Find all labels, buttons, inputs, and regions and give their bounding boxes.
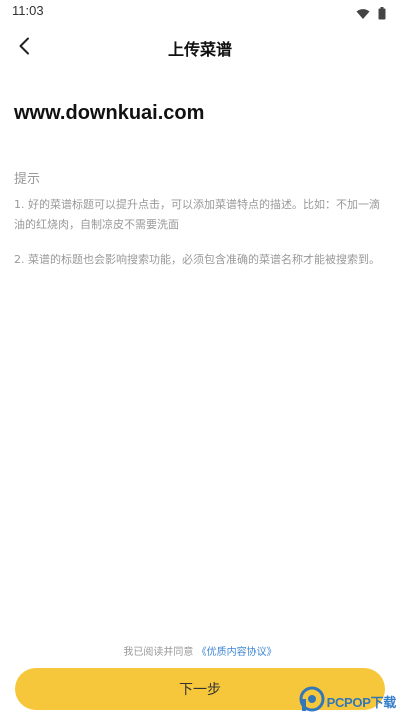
header: 上传菜谱 — [0, 28, 400, 68]
tip-item: 1. 好的菜谱标题可以提升点击，可以添加菜谱特点的描述。比如：不加一滴油的红烧肉… — [14, 198, 380, 231]
status-icons — [356, 5, 386, 24]
page-title: 上传菜谱 — [167, 40, 232, 59]
status-bar: 11:03 — [0, 0, 400, 24]
watermark: PCPOP下载 — [299, 686, 396, 716]
battery-icon — [378, 5, 386, 24]
watermark-text: PCPOP下载 — [326, 694, 397, 710]
wifi-icon — [356, 5, 370, 24]
watermark-logo-icon — [299, 686, 325, 716]
status-time: 11:03 — [12, 3, 44, 18]
tips-heading: 提示 — [14, 172, 41, 187]
content-agreement-link[interactable]: 《优质内容协议》 — [197, 647, 277, 658]
tip-item: 2. 菜谱的标题也会影响搜索功能，必须包含准确的菜谱名称才能被搜索到。 — [14, 253, 380, 266]
agreement-row: 我已阅读并同意 《优质内容协议》 — [0, 643, 400, 658]
agreement-prefix: 我已阅读并同意 — [123, 647, 194, 658]
upload-recipe-screen: 11:03 上传菜谱 www.downkuai.com 提示 1. 好的菜谱标题… — [0, 0, 400, 720]
recipe-title-input[interactable]: www.downkuai.com — [14, 102, 204, 125]
